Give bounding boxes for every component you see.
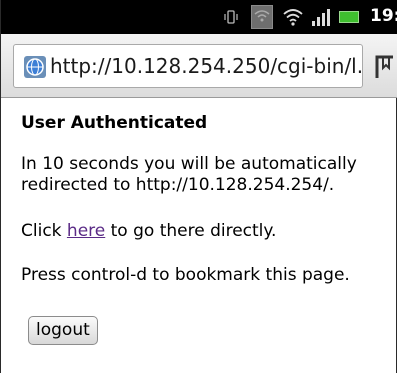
- browser-window: 19:2 http://10.128.254.250/cgi-bin/l... …: [0, 0, 397, 373]
- click-message: Click here to go there directly.: [21, 221, 276, 241]
- here-link[interactable]: here: [67, 221, 105, 241]
- bookmark-message: Press control-d to bookmark this page.: [21, 265, 350, 285]
- logout-button[interactable]: logout: [28, 316, 98, 345]
- wifi-disabled-icon: [251, 5, 273, 29]
- url-bar: http://10.128.254.250/cgi-bin/l...: [1, 34, 397, 98]
- vibrate-icon: [224, 10, 238, 24]
- page-content: User Authenticated In 10 seconds you wil…: [1, 99, 397, 373]
- url-text: http://10.128.254.250/cgi-bin/l...: [50, 54, 363, 78]
- url-field[interactable]: http://10.128.254.250/cgi-bin/l...: [13, 44, 363, 88]
- bookmark-icon[interactable]: [373, 54, 397, 80]
- click-suffix: to go there directly.: [105, 221, 277, 241]
- battery-icon: [339, 11, 359, 23]
- status-bar: 19:2: [1, 0, 397, 34]
- globe-icon: [24, 56, 46, 78]
- wifi-icon: [283, 9, 303, 26]
- signal-icon: [312, 9, 330, 26]
- click-prefix: Click: [21, 221, 67, 241]
- page-title: User Authenticated: [21, 113, 208, 133]
- redirect-message: In 10 seconds you will be automatically …: [21, 154, 357, 195]
- status-time: 19:2: [370, 6, 397, 26]
